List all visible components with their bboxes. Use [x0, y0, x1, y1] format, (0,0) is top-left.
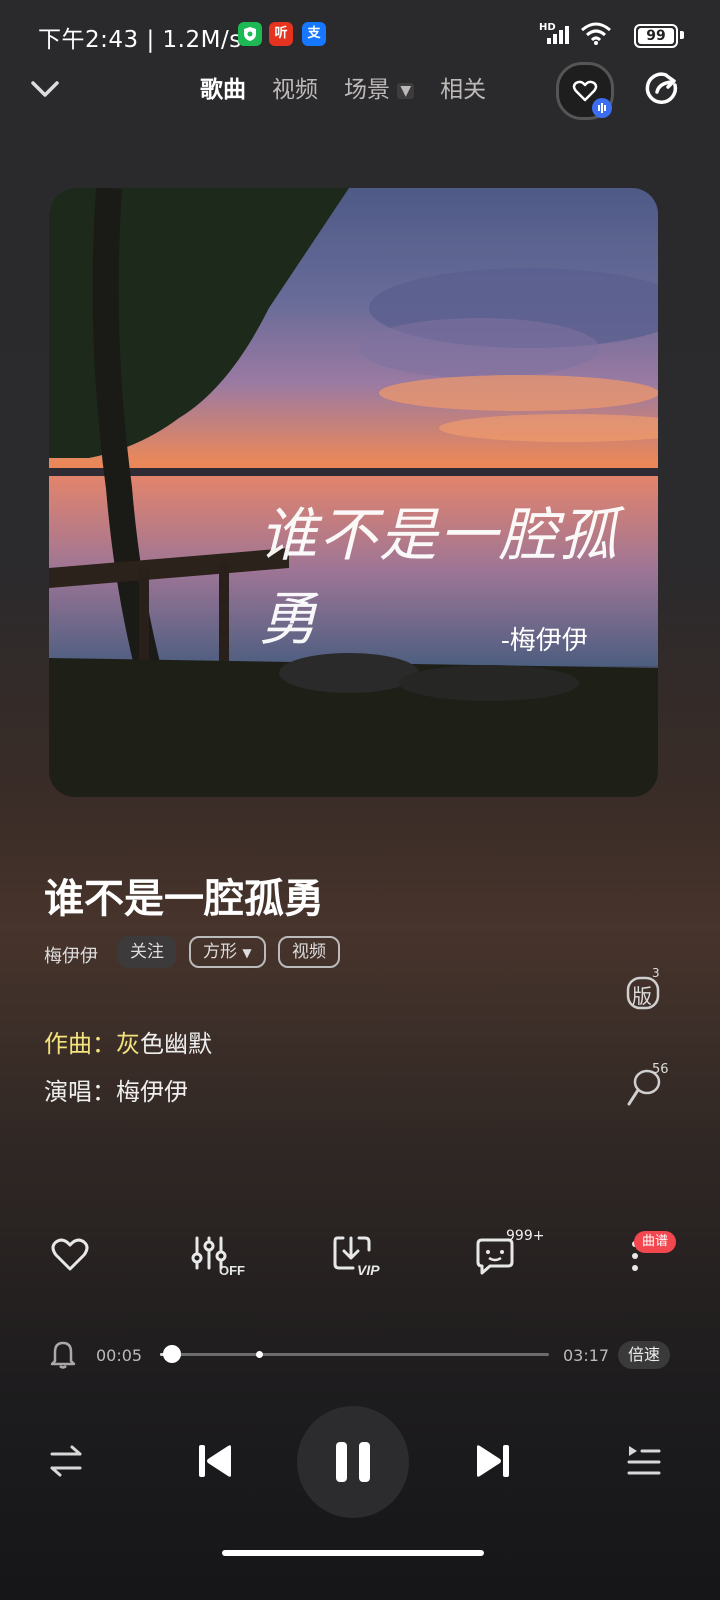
top-tabs: 歌曲 视频 场景 ▼ 相关 [200, 70, 486, 110]
home-indicator[interactable] [222, 1550, 484, 1556]
progress-thumb[interactable] [162, 1345, 181, 1363]
wifi-icon [580, 22, 612, 50]
tab-video[interactable]: 视频 [272, 70, 318, 110]
highlight-marker[interactable] [256, 1351, 263, 1358]
tab-related[interactable]: 相关 [440, 70, 486, 110]
playlist-button[interactable] [626, 1442, 662, 1482]
follow-button[interactable]: 关注 [118, 936, 176, 968]
sing-button[interactable]: 56 [624, 1062, 669, 1112]
comments-button[interactable]: 999+ [474, 1228, 544, 1280]
sleep-timer-button[interactable] [50, 1339, 76, 1373]
battery-icon: 99 [634, 24, 678, 48]
comments-count: 999+ [506, 1228, 545, 1244]
share-button[interactable] [644, 70, 680, 110]
skip-previous-icon [199, 1445, 231, 1477]
status-bar: 下午2:43 | 1.2M/s 听 支 HD 99 [0, 0, 720, 70]
like-button[interactable] [50, 1236, 90, 1278]
cover-calligraphy: 谁不是一腔孤勇 [259, 501, 620, 653]
download-icon: VIP [333, 1236, 380, 1278]
listen-app-icon: 听 [269, 22, 293, 46]
svg-text:VIP: VIP [357, 1262, 380, 1276]
cover-signature: -梅伊伊 [501, 626, 588, 656]
sing-count: 56 [652, 1062, 669, 1077]
pause-button[interactable] [297, 1406, 409, 1518]
style-dropdown[interactable]: 方形 ▼ [189, 936, 266, 968]
versions-button[interactable]: 版 3 [626, 966, 662, 1014]
svg-text:OFF: OFF [219, 1263, 245, 1276]
collapse-button[interactable] [28, 74, 62, 108]
signal-icon [543, 24, 575, 50]
play-mode-button[interactable] [48, 1444, 84, 1482]
status-time: 下午2:43 | 1.2M/s [38, 27, 242, 53]
tab-scene[interactable]: 场景 ▼ [344, 70, 415, 110]
skip-next-icon [477, 1445, 509, 1477]
versions-count: 3 [652, 966, 660, 980]
dropdown-caret-icon: ▼ [397, 82, 415, 99]
shield-app-icon [238, 22, 262, 46]
playlist-icon [627, 1446, 661, 1475]
duration-time: 03:17 [563, 1346, 610, 1365]
next-button[interactable] [474, 1442, 512, 1484]
equalizer-icon: OFF [191, 1236, 245, 1278]
share-icon [645, 72, 678, 104]
video-button[interactable]: 视频 [278, 936, 340, 968]
song-title: 谁不是一腔孤勇 [44, 876, 324, 922]
audio-wave-icon [592, 98, 612, 118]
heart-mode-button[interactable] [556, 62, 614, 120]
tab-song[interactable]: 歌曲 [200, 70, 246, 110]
speed-button[interactable]: 倍速 [618, 1341, 670, 1369]
alipay-app-icon: 支 [302, 22, 326, 46]
chevron-down-icon [31, 81, 59, 97]
repeat-icon [50, 1445, 82, 1477]
heart-icon [51, 1238, 89, 1271]
download-vip-button[interactable]: VIP [333, 1234, 389, 1280]
artist-name[interactable]: 梅伊伊 [44, 942, 98, 968]
battery-tip [680, 31, 684, 39]
score-badge: 曲谱 [634, 1231, 677, 1253]
sound-effect-button[interactable]: OFF [191, 1234, 251, 1280]
composer-line: 作曲：灰色幽默 [44, 1030, 212, 1058]
singer-line: 演唱：梅伊伊 [44, 1078, 188, 1106]
previous-button[interactable] [196, 1442, 234, 1484]
elapsed-time: 00:05 [96, 1346, 143, 1365]
album-cover: 谁不是一腔孤勇 -梅伊伊 [49, 188, 658, 797]
progress-bar[interactable] [160, 1345, 549, 1363]
bell-icon [50, 1341, 76, 1369]
pause-icon [336, 1442, 370, 1482]
dropdown-caret-icon: ▼ [242, 946, 252, 960]
